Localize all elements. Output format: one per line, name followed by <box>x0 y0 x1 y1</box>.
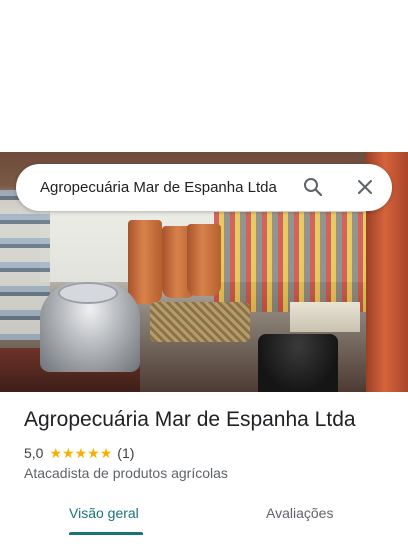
star-icon: ★ <box>62 445 75 461</box>
rating-stars: ★ ★ ★ ★ ★ <box>49 446 112 460</box>
star-icon: ★ <box>74 445 88 461</box>
photo-tiles <box>290 302 360 332</box>
rating-row[interactable]: 5,0 ★ ★ ★ ★ ★ (1) <box>24 444 134 462</box>
photo-straw-basket <box>150 302 250 342</box>
star-icon: ★ <box>99 445 113 461</box>
star-icon: ★ <box>49 445 63 461</box>
photo-dark-pot <box>258 334 338 392</box>
active-tab-indicator <box>69 532 143 535</box>
photo-clay-filter <box>128 220 162 304</box>
rating-value: 5,0 <box>24 445 44 461</box>
tab-overview[interactable]: Visão geral <box>69 498 139 536</box>
star-icon: ★ <box>87 445 100 461</box>
search-bar[interactable]: Agropecuária Mar de Espanha Ltda <box>16 164 392 211</box>
photo-pot-lid <box>58 282 118 304</box>
tab-reviews[interactable]: Avaliações <box>266 498 333 536</box>
review-count[interactable]: (1) <box>117 445 134 461</box>
search-input[interactable]: Agropecuária Mar de Espanha Ltda <box>40 164 277 211</box>
search-icon[interactable] <box>301 175 325 199</box>
close-icon[interactable] <box>353 175 377 199</box>
photo-clay-filter <box>187 224 221 296</box>
photo-shelves-right <box>214 212 374 312</box>
place-title: Agropecuária Mar de Espanha Ltda <box>24 408 356 431</box>
place-category: Atacadista de produtos agrícolas <box>24 465 228 481</box>
tab-bar: Visão geral Avaliações <box>0 498 408 544</box>
